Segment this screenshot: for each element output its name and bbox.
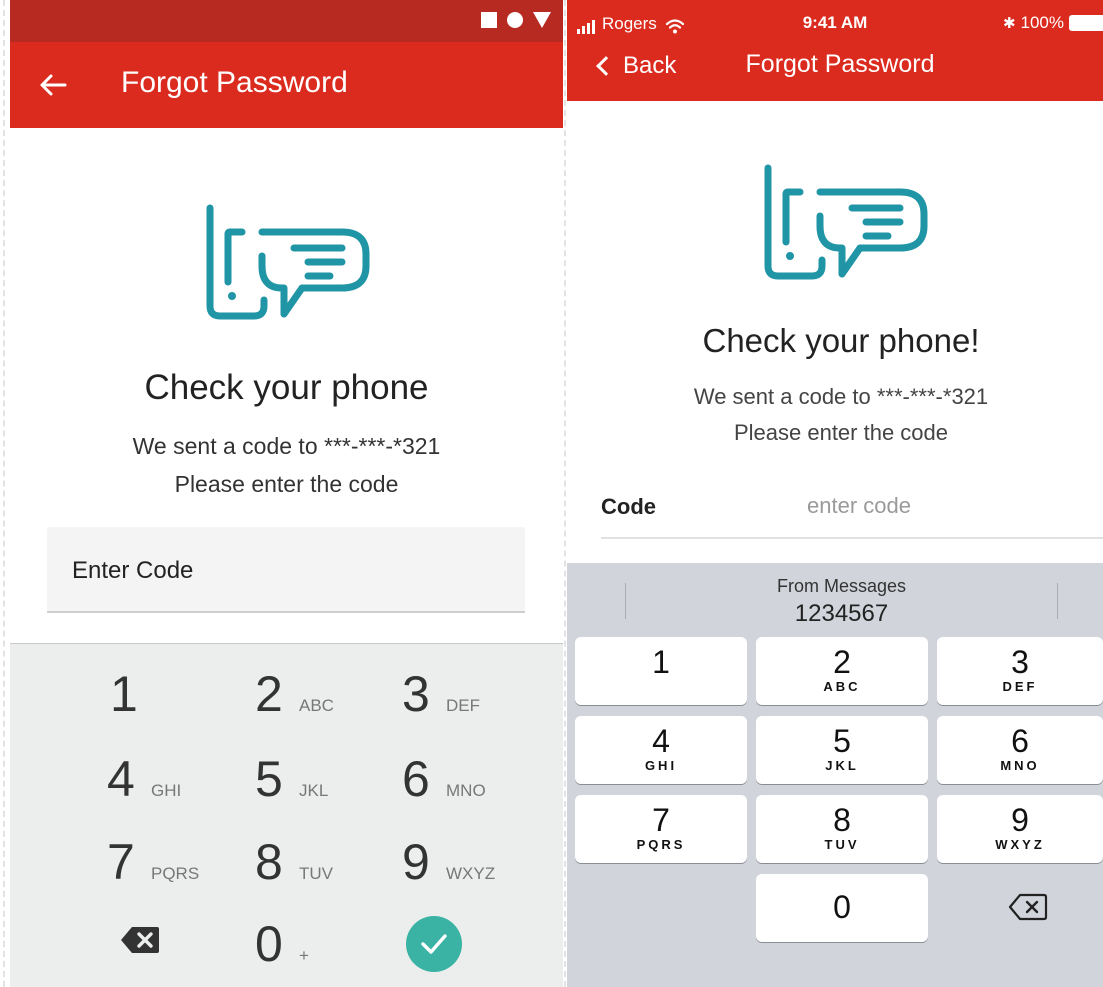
ios-subtitle-line2: Please enter the code [733,420,949,445]
key-letters: DEF [1002,679,1038,694]
android-screen: Forgot Password Check your phone We sent… [10,0,563,987]
ios-key-8[interactable]: 8 TUV [756,795,928,863]
key-digit: 3 [402,666,430,722]
android-key-2[interactable]: 2 ABC [255,666,395,746]
suggestion-source: From Messages [776,576,907,596]
ios-page-title: Forgot Password [745,50,935,78]
key-digit: 2 [255,666,283,722]
key-letters: ABC [299,696,334,715]
android-page-title: Forgot Password [121,66,348,99]
android-key-3[interactable]: 3 DEF [402,666,542,746]
ios-key-2[interactable]: 2 ABC [756,637,928,705]
android-status-bar [10,0,563,42]
ios-key-1[interactable]: 1 [575,637,747,705]
android-heading: Check your phone [144,368,429,407]
key-digit: 1 [110,666,138,722]
key-digit: 4 [652,723,670,759]
back-triangle-icon [533,12,551,28]
backspace-icon[interactable] [1008,893,1048,921]
key-letters: JKL [825,758,859,773]
key-digit: 4 [107,751,135,807]
key-letters: JKL [299,781,329,800]
android-numeric-keypad: 1 2 ABC 3 DEF 4 GHI 5 JKL 6 MNO 7 PQRS 8… [10,643,563,987]
key-letters: PQRS [151,864,200,883]
key-digit: 1 [652,644,670,680]
backspace-icon[interactable] [120,926,160,954]
android-subtitle-line1: We sent a code to ***-***-*321 [132,433,441,459]
key-digit: 9 [1011,802,1029,838]
ios-key-5[interactable]: 5 JKL [756,716,928,784]
middle-dashed-border [564,0,566,987]
android-code-field-label: Enter Code [72,557,194,584]
ios-key-0[interactable]: 0 [756,874,928,942]
key-digit: 8 [255,834,283,890]
home-icon [507,12,523,28]
recent-apps-icon [481,12,497,28]
ios-key-7[interactable]: 7 PQRS [575,795,747,863]
ios-battery-status: ✱ 100% [1003,13,1103,33]
ios-numeric-keyboard: From Messages 1234567 1 2 ABC 3 DEF 4 GH… [567,563,1103,987]
battery-percent: 100% [1020,13,1064,32]
key-digit: 7 [107,834,135,890]
ios-key-9[interactable]: 9 WXYZ [937,795,1103,863]
android-key-8[interactable]: 8 TUV [255,834,395,914]
arrow-left-icon[interactable] [38,70,68,100]
left-dashed-border [3,0,5,987]
ios-field-divider [601,537,1103,539]
ios-key-6[interactable]: 6 MNO [937,716,1103,784]
key-digit: 6 [402,751,430,807]
key-digit: 6 [1011,723,1029,759]
key-letters: + [299,946,309,965]
key-digit: 0 [255,916,283,972]
suggestion-code: 1234567 [794,600,889,627]
key-digit: 3 [1011,644,1029,680]
ios-heading: Check your phone! [702,322,980,359]
phone-chat-icon [764,164,928,280]
android-key-6[interactable]: 6 MNO [402,751,542,831]
key-digit: 5 [833,723,851,759]
key-letters: GHI [151,781,182,800]
phone-chat-icon [206,204,370,320]
key-letters: PQRS [636,837,686,852]
battery-icon [1069,15,1103,31]
android-code-field[interactable]: Enter Code [47,527,525,613]
android-subtitle-line2: Please enter the code [174,471,399,497]
key-digit: 2 [833,644,851,680]
ios-key-4[interactable]: 4 GHI [575,716,747,784]
key-letters: TUV [824,837,860,852]
key-letters: MNO [446,781,486,800]
key-digit: 8 [833,802,851,838]
android-key-9[interactable]: 9 WXYZ [402,834,542,914]
android-key-5[interactable]: 5 JKL [255,751,395,831]
ios-code-input[interactable] [807,490,1007,522]
key-digit: 5 [255,751,283,807]
key-letters: GHI [644,758,678,773]
key-letters: DEF [446,696,480,715]
ios-navigation-header: Rogers 9:41 AM ✱ 100% Back Forgot Passwo… [567,0,1103,101]
key-letters: WXYZ [446,864,496,883]
key-letters: ABC [823,679,861,694]
key-letters: TUV [299,864,333,883]
ios-key-3[interactable]: 3 DEF [937,637,1103,705]
android-key-4[interactable]: 4 GHI [107,751,247,831]
ios-screen: Rogers 9:41 AM ✱ 100% Back Forgot Passwo… [567,0,1103,987]
key-letters: WXYZ [995,837,1045,852]
key-digit: 9 [402,834,430,890]
android-key-0[interactable]: 0 + [255,916,395,987]
android-key-7[interactable]: 7 PQRS [107,834,247,914]
key-letters: MNO [1000,758,1040,773]
android-key-1[interactable]: 1 [110,666,250,746]
submit-button[interactable] [406,916,462,972]
ios-code-label: Code [601,494,656,519]
ios-subtitle-line1: We sent a code to ***-***-*321 [693,384,989,409]
android-status-icons [481,12,551,28]
check-icon [421,934,447,954]
key-digit: 7 [652,802,670,838]
ios-quicktype-suggestion[interactable]: From Messages 1234567 [567,563,1103,630]
android-app-bar: Forgot Password [10,42,563,128]
key-digit: 0 [833,889,851,925]
bluetooth-icon: ✱ [1002,14,1016,32]
